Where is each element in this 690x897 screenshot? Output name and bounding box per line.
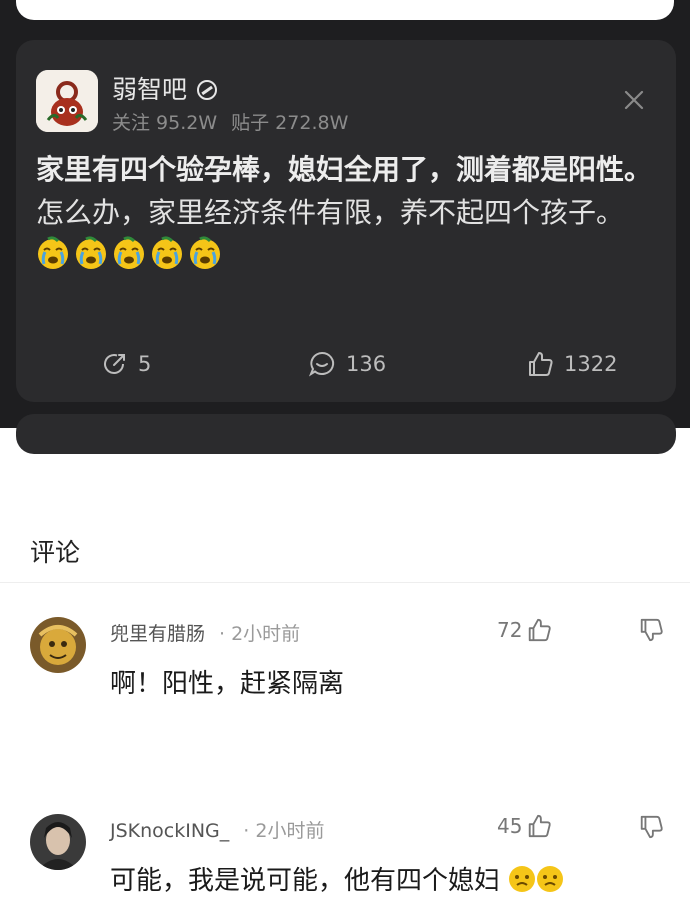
comment-button[interactable]: 136 — [308, 344, 386, 384]
crying-face-emoji — [190, 236, 220, 269]
comment-icon — [308, 351, 335, 377]
forum-name[interactable]: 弱智吧 — [112, 70, 218, 106]
divider — [0, 582, 690, 583]
like-button[interactable]: 1322 — [526, 344, 617, 384]
thumbs-up-icon — [529, 814, 552, 838]
comment-like-button[interactable]: 72 — [497, 617, 552, 643]
comment-like-count: 45 — [497, 814, 523, 838]
followers-count: 关注 95.2W — [112, 112, 218, 134]
verified-icon — [197, 80, 218, 100]
thumbs-up-icon — [529, 618, 552, 642]
crying-face-emoji — [114, 236, 144, 269]
comments-heading: 评论 — [30, 538, 81, 567]
crying-face-emoji — [152, 236, 182, 269]
share-icon — [104, 354, 125, 374]
comment-text: 可能，我是说可能，他有四个媳妇 — [110, 860, 564, 897]
comment-time: · 2小时前 — [219, 623, 301, 645]
crying-face-emoji — [76, 236, 106, 269]
post-actions: 5 136 1322 — [16, 344, 676, 384]
previous-post-card[interactable] — [16, 0, 674, 20]
thumbs-down-icon[interactable] — [638, 814, 664, 840]
posts-count: 贴子 272.8W — [231, 112, 349, 134]
comment-username[interactable]: JSKnockING_ · 2小时前 — [110, 816, 324, 843]
comment-text-body: 可能，我是说可能，他有四个媳妇 — [110, 866, 501, 896]
comment-text: 啊！阳性，赶紧隔离 — [110, 669, 345, 699]
comment-count: 136 — [346, 352, 387, 376]
comment-username[interactable]: 兜里有腊肠 · 2小时前 — [110, 619, 300, 646]
forum-stats: 关注 95.2W 贴子 272.8W — [112, 108, 348, 135]
post-body: 怎么办，家里经济条件有限，养不起四个孩子。 — [36, 191, 661, 277]
post-body-text: 怎么办，家里经济条件有限，养不起四个孩子。 — [36, 196, 625, 229]
forum-avatar[interactable] — [36, 70, 98, 132]
comment-like-button[interactable]: 45 — [497, 813, 552, 839]
post-content[interactable]: 家里有四个验孕棒，媳妇全用了，测着都是阳性。 怎么办，家里经济条件有限，养不起四… — [36, 148, 661, 277]
avatar[interactable] — [30, 617, 86, 673]
like-count: 1322 — [564, 352, 618, 376]
thumbs-up-icon — [529, 352, 553, 376]
comment-like-count: 72 — [497, 618, 523, 642]
avatar[interactable] — [30, 814, 86, 870]
crying-face-emoji — [38, 236, 68, 269]
post-feed-dark-area: 弱智吧 关注 95.2W 贴子 272.8W 家里有四个验孕棒，媳妇全用了，测着都… — [0, 0, 690, 454]
close-icon[interactable] — [622, 88, 646, 112]
forum-name-text[interactable]: 弱智吧 — [112, 75, 187, 104]
comment-time: · 2小时前 — [243, 820, 325, 842]
post-card[interactable]: 弱智吧 关注 95.2W 贴子 272.8W 家里有四个验孕棒，媳妇全用了，测着都… — [16, 40, 676, 402]
comment-username-text[interactable]: JSKnockING_ — [110, 820, 229, 842]
share-button[interactable]: 5 — [102, 344, 151, 384]
thumbs-down-icon[interactable] — [638, 617, 664, 643]
next-post-card[interactable] — [16, 414, 676, 454]
emoji-row — [36, 236, 226, 272]
post-title: 家里有四个验孕棒，媳妇全用了，测着都是阳性。 — [36, 153, 653, 186]
share-count: 5 — [138, 352, 152, 376]
worried-face-emoji — [509, 866, 536, 892]
comment-username-text[interactable]: 兜里有腊肠 — [110, 623, 205, 645]
worried-face-emoji — [537, 866, 564, 892]
